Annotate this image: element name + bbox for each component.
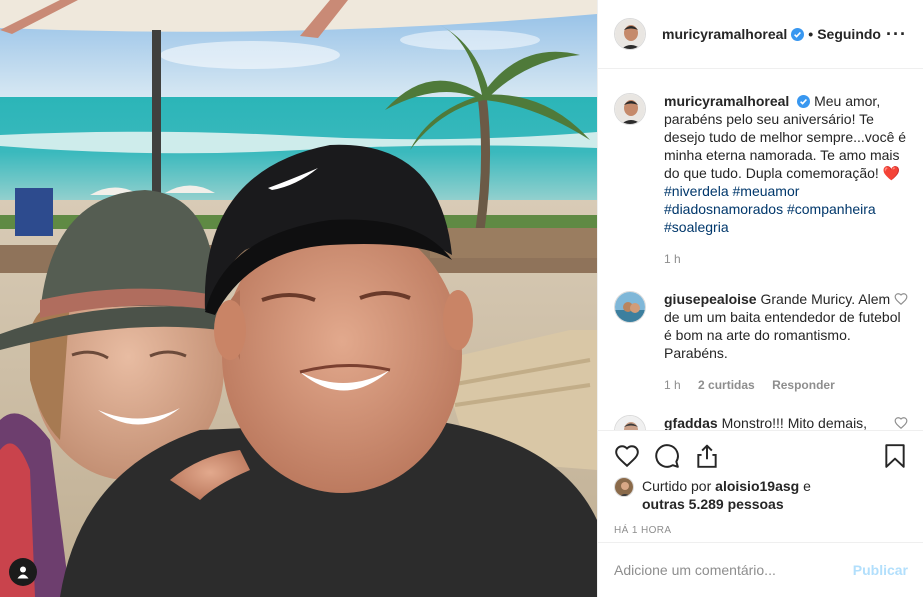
action-icons (614, 431, 908, 481)
comment-like-heart-icon[interactable] (894, 416, 908, 430)
commenter-avatar-image (615, 292, 645, 322)
author-avatar[interactable] (614, 18, 646, 50)
red-heart-emoji: ❤️ (882, 165, 901, 181)
hashtag-soalegria[interactable]: #soalegria (664, 219, 729, 235)
author-avatar-image (615, 19, 645, 49)
comment-text: Monstro!!! Mito demais, (721, 415, 868, 430)
comment-bubble-icon[interactable] (654, 443, 680, 469)
comment-item: gfaddas Monstro!!! Mito demais, (614, 414, 908, 430)
verified-badge-icon (797, 95, 811, 108)
hashtag-diadosnamorados[interactable]: #diadosnamorados (664, 201, 783, 217)
separator-dot: • (808, 26, 814, 42)
author-username[interactable]: muricyramalhoreal (662, 26, 787, 42)
more-options-icon[interactable]: ··· (886, 25, 907, 43)
caption: muricyramalhoreal Meu amor, parabéns pel… (614, 92, 908, 268)
likes-prefix: Curtido por (642, 478, 712, 494)
comment-like-heart-icon[interactable] (894, 292, 908, 306)
caption-avatar[interactable] (614, 93, 646, 125)
post-side-panel: muricyramalhoreal • Seguindo ··· muricyr… (597, 0, 923, 597)
liker-avatar-image (615, 478, 633, 496)
post-timestamp[interactable]: HÁ 1 HORA (614, 525, 908, 536)
comment-composer: Publicar (598, 542, 923, 597)
publish-button[interactable]: Publicar (853, 562, 908, 578)
liker-avatar[interactable] (614, 477, 634, 497)
commenter-avatar-image (615, 416, 645, 430)
caption-avatar-image (615, 94, 645, 124)
liker-username[interactable]: aloisio19asg (715, 478, 799, 494)
reply-button[interactable]: Responder (772, 378, 835, 392)
person-icon (17, 566, 29, 579)
caption-username[interactable]: muricyramalhoreal (664, 93, 789, 109)
verified-badge-icon (791, 27, 805, 41)
comment-username[interactable]: giusepealoise (664, 291, 757, 307)
post-photo[interactable] (0, 0, 597, 597)
comment-meta: 1 h 2 curtidas Responder (664, 376, 908, 394)
hashtag-niverdela[interactable]: #niverdela (664, 183, 729, 199)
bookmark-icon[interactable] (882, 443, 908, 469)
selfie-image (0, 0, 597, 597)
caption-meta: 1 h (664, 250, 908, 268)
likes-summary: Curtido por aloisio19asg e outras 5.289 … (614, 477, 908, 513)
user-tags-button[interactable] (9, 558, 37, 586)
post-header: muricyramalhoreal • Seguindo ··· (598, 0, 923, 69)
comments-list[interactable]: muricyramalhoreal Meu amor, parabéns pel… (598, 70, 923, 430)
post-actions: Curtido por aloisio19asg e outras 5.289 … (598, 430, 923, 542)
like-heart-icon[interactable] (614, 443, 640, 469)
comment-time[interactable]: 1 h (664, 378, 681, 392)
share-icon[interactable] (694, 443, 720, 469)
comment-likes-count[interactable]: 2 curtidas (698, 378, 755, 392)
hashtag-companheira[interactable]: #companheira (787, 201, 876, 217)
commenter-avatar[interactable] (614, 291, 646, 323)
hashtag-meuamor[interactable]: #meuamor (733, 183, 800, 199)
follow-button[interactable]: Seguindo (817, 26, 881, 42)
comment-input[interactable] (614, 562, 853, 578)
comment-item: giusepealoise Grande Muricy. Alem de um … (614, 290, 908, 394)
likes-others-link[interactable]: outras 5.289 pessoas (642, 496, 784, 512)
likes-connector: e (803, 478, 811, 494)
caption-time[interactable]: 1 h (664, 252, 681, 266)
commenter-avatar[interactable] (614, 415, 646, 430)
comment-username[interactable]: gfaddas (664, 415, 718, 430)
